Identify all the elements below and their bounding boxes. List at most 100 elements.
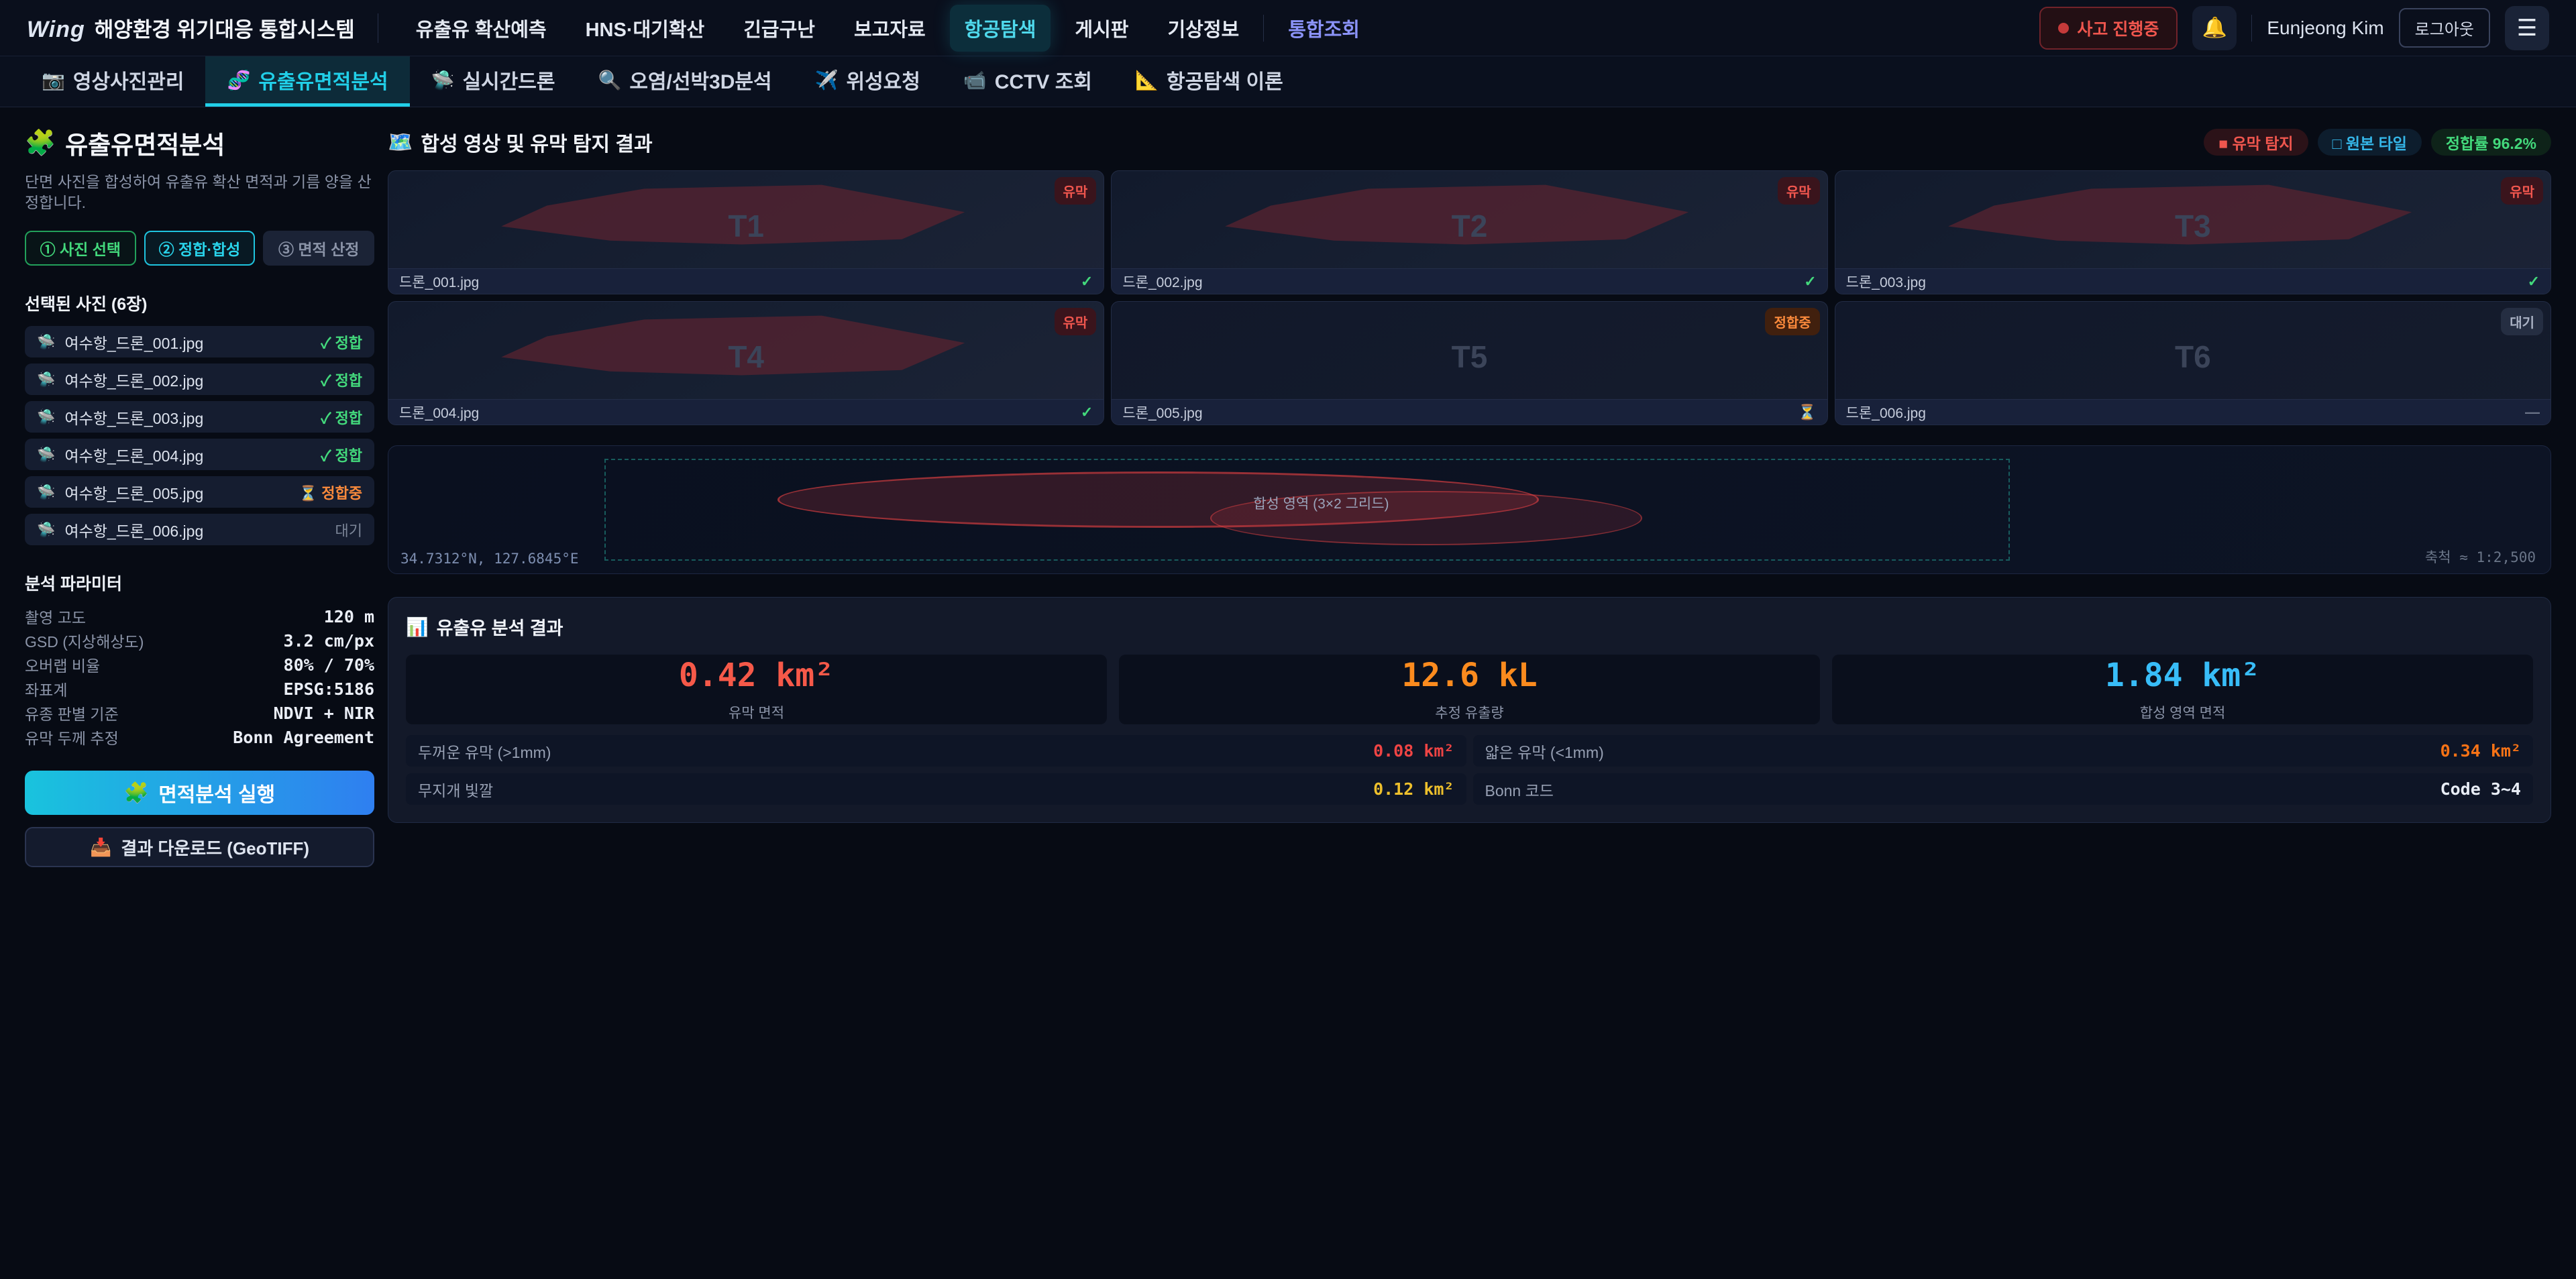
app-logo: Wing 해양환경 위기대응 통합시스템 — [27, 13, 355, 43]
photo-filename: 여수항_드론_005.jpg — [64, 481, 203, 504]
tile-t4[interactable]: T4 유막 드론_004.jpg ✓ — [388, 301, 1104, 425]
tile-id-label: T1 — [388, 208, 1104, 244]
tile-image: T5 — [1112, 302, 1827, 399]
drone-icon: 🛸 — [37, 408, 55, 426]
nav-item-oil-spread[interactable]: 유출유 확산예측 — [401, 5, 561, 52]
legend-oil-detected: ■ 유막 탐지 — [2204, 129, 2308, 156]
hamburger-menu-button[interactable]: ☰ — [2505, 6, 2549, 50]
tab-label: CCTV 조회 — [995, 65, 1092, 95]
photo-status-badge: ✓ 정합 — [321, 331, 362, 353]
param-row: 촬영 고도 120 m — [25, 604, 374, 628]
nav-item-hns[interactable]: HNS·대기확산 — [571, 5, 720, 52]
main-nav: 유출유 확산예측 HNS·대기확산 긴급구난 보고자료 항공탐색 게시판 기상정… — [401, 5, 1375, 52]
tab-image-management[interactable]: 📷 영상사진관리 — [20, 56, 205, 107]
nav-item-reports[interactable]: 보고자료 — [839, 5, 941, 52]
tile-t6[interactable]: T6 대기 드론_006.jpg — — [1835, 301, 2551, 425]
tile-footer: 드론_003.jpg ✓ — [1835, 268, 2551, 294]
selected-photos-header: 선택된 사진 (6장) — [25, 291, 374, 315]
step-registration-composite[interactable]: ② 정합·합성 — [144, 231, 256, 266]
photo-list-item[interactable]: 🛸 여수항_드론_006.jpg 대기 — [25, 514, 374, 545]
nav-item-weather[interactable]: 기상정보 — [1152, 5, 1254, 52]
param-value: NDVI + NIR — [273, 704, 374, 723]
drone-icon: 🛸 — [37, 521, 55, 539]
tile-id-label: T2 — [1112, 208, 1827, 244]
tile-t5[interactable]: T5 정합중 드론_005.jpg ⏳ — [1111, 301, 1827, 425]
photo-list-item[interactable]: 🛸 여수항_드론_001.jpg ✓ 정합 — [25, 326, 374, 357]
analysis-sidebar: 🧩 유출유면적분석 단면 사진을 합성하여 유출유 확산 면적과 기름 양을 산… — [25, 125, 374, 867]
main-title: 🗺️ 합성 영상 및 유막 탐지 결과 — [388, 127, 653, 157]
photo-list-item[interactable]: 🛸 여수항_드론_003.jpg ✓ 정합 — [25, 401, 374, 433]
photo-list-item[interactable]: 🛸 여수항_드론_002.jpg ✓ 정합 — [25, 364, 374, 395]
step-photo-select[interactable]: ① 사진 선택 — [25, 231, 136, 266]
detail-value: 0.08 km² — [1373, 741, 1454, 761]
tab-label: 유출유면적분석 — [258, 65, 388, 95]
incident-dot-icon — [2058, 23, 2069, 34]
nav-item-integrated-search[interactable]: 통합조회 — [1273, 5, 1375, 52]
nav-item-aerial-search[interactable]: 항공탐색 — [950, 5, 1051, 52]
download-geotiff-button[interactable]: 📥 결과 다운로드 (GeoTIFF) — [25, 827, 374, 867]
photo-list-item[interactable]: 🛸 여수항_드론_005.jpg ⏳ 정합중 — [25, 476, 374, 508]
metric-label: 추정 유출량 — [1435, 702, 1503, 722]
legend: ■ 유막 탐지 □ 원본 타일 정합률 96.2% — [2204, 129, 2551, 156]
drone-icon: 🛸 — [431, 69, 455, 91]
tile-badge: 대기 — [2501, 308, 2543, 335]
tab-realtime-drone[interactable]: 🛸 실시간드론 — [410, 56, 577, 107]
tile-status-mark: — — [2525, 404, 2540, 421]
sub-tab-bar: 📷 영상사진관리 🧬 유출유면적분석 🛸 실시간드론 🔍 오염/선박3D분석 ✈… — [0, 56, 2576, 107]
tab-aerial-theory[interactable]: 📐 항공탐색 이론 — [1114, 56, 1305, 107]
tile-footer: 드론_002.jpg ✓ — [1112, 268, 1827, 294]
tile-badge: 정합중 — [1765, 308, 1819, 335]
analysis-params-header: 분석 파라미터 — [25, 571, 374, 595]
tile-footer: 드론_004.jpg ✓ — [388, 399, 1104, 425]
bar-chart-icon: 📊 — [406, 616, 429, 638]
tab-label: 항공탐색 이론 — [1167, 65, 1283, 95]
tile-grid: T1 유막 드론_001.jpg ✓ T2 유막 드론_002.jp — [388, 170, 2551, 425]
tab-satellite-request[interactable]: ✈️ 위성요청 — [794, 56, 942, 107]
detail-label: 두꺼운 유막 (>1mm) — [418, 740, 551, 763]
metric-value: 0.42 km² — [679, 657, 834, 694]
tab-cctv[interactable]: 📹 CCTV 조회 — [942, 56, 1114, 107]
logo-wing-mark: Wing — [27, 17, 85, 43]
nav-item-board[interactable]: 게시판 — [1060, 5, 1143, 52]
dna-icon: 🧬 — [227, 69, 250, 91]
detail-value: Code 3~4 — [2440, 779, 2521, 799]
tile-t1[interactable]: T1 유막 드론_001.jpg ✓ — [388, 170, 1104, 294]
run-area-analysis-button[interactable]: 🧩 면적분석 실행 — [25, 771, 374, 815]
magnifier-icon: 🔍 — [598, 69, 621, 91]
main-panel: 🗺️ 합성 영상 및 유막 탐지 결과 ■ 유막 탐지 □ 원본 타일 정합률 … — [388, 125, 2551, 867]
param-label: GSD (지상해상도) — [25, 629, 144, 652]
tile-t3[interactable]: T3 유막 드론_003.jpg ✓ — [1835, 170, 2551, 294]
param-row: 오버랩 비율 80% / 70% — [25, 653, 374, 677]
top-navigation-bar: Wing 해양환경 위기대응 통합시스템 유출유 확산예측 HNS·대기확산 긴… — [0, 0, 2576, 56]
composite-map-viewer[interactable]: 합성 영역 (3×2 그리드) 34.7312°N, 127.6845°E 축척… — [388, 445, 2551, 574]
sidebar-title: 🧩 유출유면적분석 — [25, 125, 374, 161]
logout-button[interactable]: 로그아웃 — [2399, 8, 2490, 48]
incident-status-badge[interactable]: 사고 진행중 — [2039, 7, 2178, 50]
tile-id-label: T6 — [1835, 339, 2551, 375]
results-title: 📊 유출유 분석 결과 — [406, 614, 2533, 640]
tab-oil-area-analysis[interactable]: 🧬 유출유면적분석 — [205, 56, 409, 107]
tab-label: 위성요청 — [846, 65, 920, 95]
nav-item-rescue[interactable]: 긴급구난 — [729, 5, 830, 52]
airplane-icon: ✈️ — [815, 69, 839, 91]
drone-icon: 🛸 — [37, 333, 55, 351]
param-value: 3.2 cm/px — [284, 631, 374, 651]
user-name: Eunjeong Kim — [2267, 17, 2383, 39]
results-title-text: 유출유 분석 결과 — [437, 614, 564, 640]
param-row: GSD (지상해상도) 3.2 cm/px — [25, 628, 374, 653]
tile-t2[interactable]: T2 유막 드론_002.jpg ✓ — [1111, 170, 1827, 294]
tile-status-mark: ✓ — [1081, 404, 1093, 421]
tile-image: T1 — [388, 171, 1104, 268]
param-row: 유종 판별 기준 NDVI + NIR — [25, 701, 374, 725]
step-area-estimation[interactable]: ③ 면적 산정 — [263, 231, 374, 266]
tile-status-mark: ✓ — [1081, 273, 1093, 290]
notifications-button[interactable]: 🔔 — [2192, 6, 2237, 50]
tab-pollution-ship-3d[interactable]: 🔍 오염/선박3D분석 — [576, 56, 793, 107]
triangle-ruler-icon: 📐 — [1135, 69, 1159, 91]
photo-list-item[interactable]: 🛸 여수항_드론_004.jpg ✓ 정합 — [25, 439, 374, 470]
param-row: 유막 두께 추정 Bonn Agreement — [25, 725, 374, 749]
tile-status-mark: ✓ — [1804, 273, 1816, 290]
tile-footer: 드론_006.jpg — — [1835, 399, 2551, 425]
puzzle-icon: 🧩 — [25, 129, 56, 158]
tile-id-label: T5 — [1112, 339, 1827, 375]
